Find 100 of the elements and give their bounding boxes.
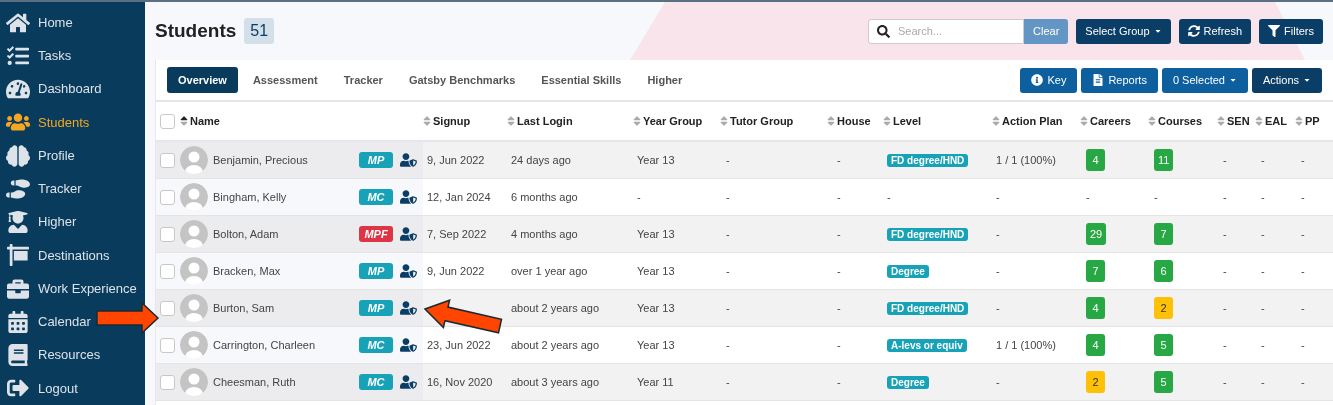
sidebar-item[interactable]: Home — [0, 6, 73, 40]
row-checkbox[interactable] — [160, 263, 175, 279]
sidebar-item[interactable]: Profile — [0, 139, 75, 173]
user-shield-icon[interactable] — [400, 190, 417, 204]
table-cell: Year 13 — [637, 227, 675, 240]
toolbar-button[interactable]: Reports — [1081, 67, 1158, 93]
user-shield-icon[interactable] — [400, 375, 417, 389]
row-checkbox[interactable] — [160, 300, 175, 316]
column-header[interactable]: Signup — [433, 112, 471, 130]
table-cell: - — [1261, 190, 1265, 203]
column-header[interactable]: Level — [893, 112, 922, 130]
column-header[interactable]: Courses — [1158, 112, 1203, 130]
sidebar-item[interactable]: Resources — [0, 338, 101, 372]
table-cell: - — [1261, 227, 1265, 240]
table-cell: 1 / 1 (100%) — [996, 338, 1056, 351]
column-header[interactable]: Last Login — [517, 112, 573, 130]
table-cell: 9, Jun 2022 — [427, 264, 485, 277]
refresh-icon — [1187, 25, 1200, 37]
calendar-icon — [6, 310, 30, 333]
toolbar-button[interactable]: Key — [1020, 67, 1078, 93]
table-cell: - — [726, 190, 730, 203]
tab[interactable]: Overview — [167, 67, 238, 93]
table-cell: - — [1301, 153, 1305, 166]
select-all-checkbox[interactable] — [160, 113, 175, 129]
table-cell: - — [996, 227, 1000, 240]
level-tag: FD degree/HND — [887, 301, 969, 315]
user-shield-icon[interactable] — [400, 264, 417, 278]
row-checkbox[interactable] — [160, 152, 175, 168]
tab[interactable]: Higher — [636, 67, 694, 93]
sidebar-item[interactable]: Students — [0, 105, 90, 139]
sidebar-item[interactable]: Dashboard — [0, 72, 102, 106]
status-badge: MP — [359, 152, 393, 168]
column-header[interactable]: EAL — [1265, 112, 1287, 130]
tab[interactable]: Essential Skills — [530, 67, 633, 93]
table-cell: Year 13 — [637, 338, 675, 351]
user-shield-icon[interactable] — [400, 301, 417, 315]
sidebar-item[interactable]: Tracker — [0, 172, 82, 206]
search-bar[interactable]: Search... — [868, 18, 1024, 44]
table-cell: - — [837, 338, 841, 351]
table-cell: - — [1261, 153, 1265, 166]
status-badge: MC — [359, 337, 393, 353]
table-cell: - — [1301, 264, 1305, 277]
sidebar-item[interactable]: Higher — [0, 205, 77, 239]
column-header[interactable]: SEN — [1227, 112, 1250, 130]
column-header[interactable]: Careers — [1090, 112, 1131, 130]
count-badge: 51 — [244, 18, 275, 44]
table-cell: Year 13 — [637, 264, 675, 277]
table-cell: - — [1154, 190, 1158, 203]
sidebar-item[interactable]: Work Experience — [0, 272, 137, 306]
row-checkbox[interactable] — [160, 337, 175, 353]
row-checkbox[interactable] — [160, 374, 175, 390]
table-cell: - — [996, 264, 1000, 277]
toolbar-button[interactable]: Select Group — [1076, 18, 1171, 44]
column-header[interactable]: Year Group — [643, 112, 703, 130]
table-cell: - — [887, 190, 891, 203]
row-checkbox[interactable] — [160, 189, 175, 205]
count-badge: 2 — [1154, 297, 1173, 319]
table-cell: - — [996, 375, 1000, 388]
table-cell: about 2 years ago — [511, 301, 600, 314]
table-cell: - — [726, 264, 730, 277]
table-cell: - — [1261, 338, 1265, 351]
sidebar-item[interactable]: Logout — [0, 371, 78, 405]
table-cell: - — [1223, 153, 1227, 166]
tab[interactable]: Assessment — [241, 67, 329, 93]
column-header[interactable]: Action Plan — [1002, 112, 1063, 130]
tab[interactable]: Tracker — [332, 67, 394, 93]
count-badge: 5 — [1154, 371, 1173, 393]
row-checkbox[interactable] — [160, 226, 175, 242]
column-header[interactable]: House — [837, 112, 871, 130]
table-cell: - — [837, 375, 841, 388]
table-cell: - — [1086, 190, 1090, 203]
tab[interactable]: Gatsby Benchmarks — [397, 67, 527, 93]
table-cell: 24 days ago — [511, 153, 571, 166]
user-shield-icon[interactable] — [400, 153, 417, 167]
toolbar-button[interactable]: 0 Selected — [1161, 67, 1248, 93]
search-field[interactable]: Search... — [898, 22, 1008, 40]
sidebar-item[interactable]: Calendar — [0, 305, 91, 339]
table-cell: - — [837, 190, 841, 203]
table-cell: about 2 years ago — [511, 338, 600, 351]
checklist-icon — [6, 44, 30, 67]
table-cell: about 3 years ago — [511, 375, 600, 388]
table-cell: Year 11 — [637, 375, 674, 388]
table-cell: - — [837, 227, 841, 240]
toolbar-button[interactable]: Filters — [1259, 18, 1323, 44]
column-header[interactable]: Name — [190, 112, 220, 130]
house-icon — [6, 11, 30, 34]
user-shield-icon[interactable] — [400, 338, 417, 352]
column-header[interactable]: PP — [1305, 112, 1320, 130]
sidebar-item[interactable]: Destinations — [0, 238, 110, 272]
level-tag: FD degree/HND — [887, 227, 969, 241]
sidebar-item[interactable]: Tasks — [0, 39, 72, 73]
table-cell: - — [1261, 301, 1265, 314]
status-badge: MC — [359, 374, 393, 390]
info-icon — [1031, 74, 1044, 86]
status-badge: MPF — [359, 226, 393, 242]
table-cell: - — [837, 301, 841, 314]
column-header[interactable]: Tutor Group — [730, 112, 794, 130]
user-shield-icon[interactable] — [400, 227, 417, 241]
toolbar-button[interactable]: Actions — [1251, 67, 1322, 93]
table-cell: - — [1223, 190, 1227, 203]
